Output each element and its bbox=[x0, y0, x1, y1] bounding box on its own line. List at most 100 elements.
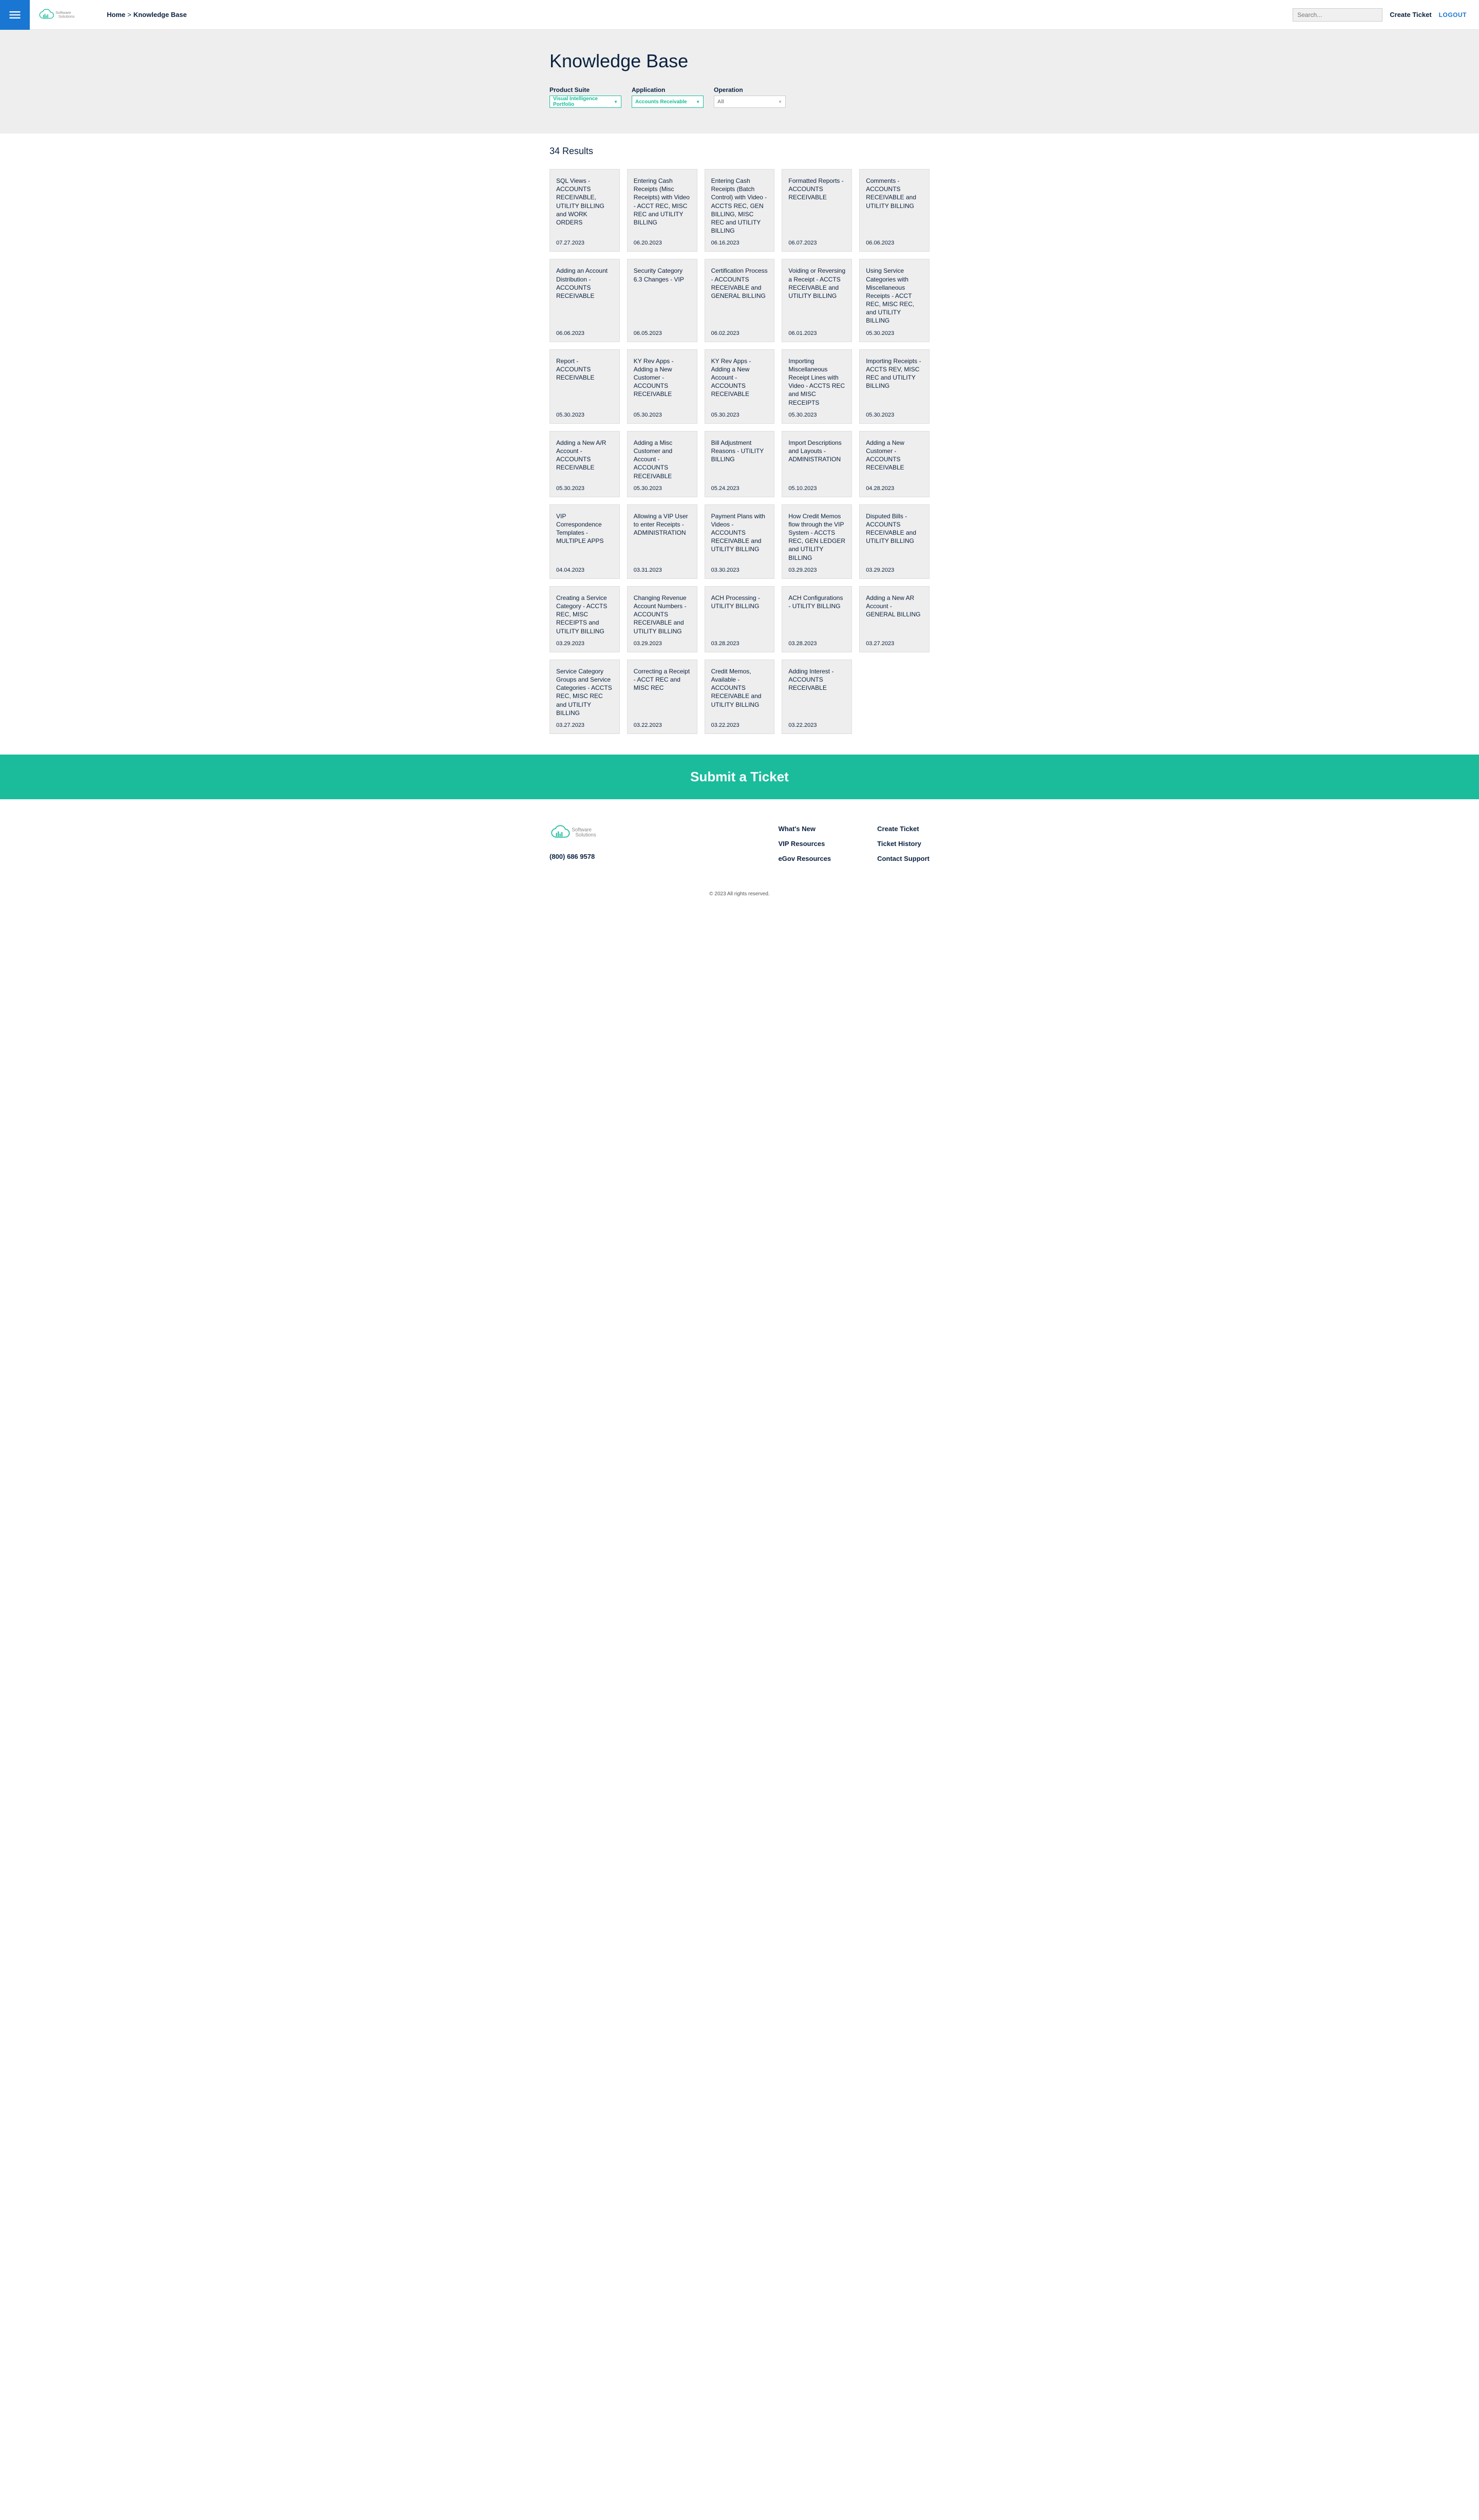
kb-card[interactable]: SQL Views - ACCOUNTS RECEIVABLE, UTILITY… bbox=[549, 169, 620, 252]
kb-card-title: Adding a New AR Account - GENERAL BILLIN… bbox=[866, 594, 923, 635]
kb-card-title: Certification Process - ACCOUNTS RECEIVA… bbox=[711, 267, 768, 325]
kb-card[interactable]: Payment Plans with Videos - ACCOUNTS REC… bbox=[705, 504, 775, 579]
kb-card[interactable]: Adding a New A/R Account - ACCOUNTS RECE… bbox=[549, 431, 620, 497]
kb-card-date: 03.29.2023 bbox=[866, 567, 923, 573]
kb-card[interactable]: Adding a New Customer - ACCOUNTS RECEIVA… bbox=[859, 431, 930, 497]
kb-card-title: Service Category Groups and Service Cate… bbox=[556, 667, 613, 717]
search-input[interactable] bbox=[1293, 8, 1382, 22]
kb-card-date: 03.22.2023 bbox=[711, 722, 768, 728]
kb-card[interactable]: Bill Adjustment Reasons - UTILITY BILLIN… bbox=[705, 431, 775, 497]
kb-card[interactable]: Certification Process - ACCOUNTS RECEIVA… bbox=[705, 259, 775, 342]
chevron-down-icon: ▼ bbox=[614, 100, 618, 104]
kb-card[interactable]: ACH Configurations - UTILITY BILLING03.2… bbox=[782, 586, 852, 652]
results-count: 34 Results bbox=[549, 146, 930, 157]
logout-link[interactable]: LOGOUT bbox=[1439, 11, 1467, 18]
operation-select[interactable]: All ▼ bbox=[714, 96, 786, 108]
kb-card[interactable]: ACH Processing - UTILITY BILLING03.28.20… bbox=[705, 586, 775, 652]
footer-logo-icon: Software Solutions bbox=[549, 825, 621, 841]
breadcrumb: Home > Knowledge Base bbox=[107, 11, 187, 18]
filter-operation: Operation All ▼ bbox=[714, 86, 786, 108]
kb-card-title: SQL Views - ACCOUNTS RECEIVABLE, UTILITY… bbox=[556, 177, 613, 235]
kb-card[interactable]: Credit Memos, Available - ACCOUNTS RECEI… bbox=[705, 660, 775, 734]
svg-text:Solutions: Solutions bbox=[575, 832, 596, 838]
select-value: Visual Intelligence Portfolio bbox=[553, 96, 614, 107]
kb-card-title: Adding an Account Distribution - ACCOUNT… bbox=[556, 267, 613, 325]
product-suite-select[interactable]: Visual Intelligence Portfolio ▼ bbox=[549, 96, 621, 108]
cta-band[interactable]: Submit a Ticket bbox=[0, 755, 1479, 799]
topbar-right: Create Ticket LOGOUT bbox=[1293, 8, 1479, 22]
kb-card-date: 06.02.2023 bbox=[711, 330, 768, 336]
kb-card[interactable]: Entering Cash Receipts (Misc Receipts) w… bbox=[627, 169, 697, 252]
kb-card-title: Importing Receipts - ACCTS REV, MISC REC… bbox=[866, 357, 923, 407]
copyright: © 2023 All rights reserved. bbox=[0, 885, 1479, 912]
kb-card[interactable]: Using Service Categories with Miscellane… bbox=[859, 259, 930, 342]
kb-card[interactable]: Adding Interest - ACCOUNTS RECEIVABLE03.… bbox=[782, 660, 852, 734]
kb-card-title: How Credit Memos flow through the VIP Sy… bbox=[788, 512, 845, 562]
kb-card[interactable]: Disputed Bills - ACCOUNTS RECEIVABLE and… bbox=[859, 504, 930, 579]
kb-card-date: 06.16.2023 bbox=[711, 240, 768, 246]
logo[interactable]: Software Solutions bbox=[38, 7, 94, 23]
kb-card-date: 03.28.2023 bbox=[788, 641, 845, 647]
kb-card[interactable]: Formatted Reports - ACCOUNTS RECEIVABLE0… bbox=[782, 169, 852, 252]
select-value: Accounts Receivable bbox=[635, 99, 687, 105]
filter-label: Operation bbox=[714, 86, 786, 93]
kb-card[interactable]: How Credit Memos flow through the VIP Sy… bbox=[782, 504, 852, 579]
kb-card[interactable]: Comments - ACCOUNTS RECEIVABLE and UTILI… bbox=[859, 169, 930, 252]
kb-card-title: Adding a Misc Customer and Account - ACC… bbox=[634, 439, 691, 480]
kb-card[interactable]: Adding a Misc Customer and Account - ACC… bbox=[627, 431, 697, 497]
footer-link[interactable]: What's New bbox=[779, 825, 831, 833]
kb-card-date: 05.30.2023 bbox=[556, 485, 613, 492]
footer-link[interactable]: eGov Resources bbox=[779, 855, 831, 862]
kb-card-title: Allowing a VIP User to enter Receipts - … bbox=[634, 512, 691, 562]
kb-card[interactable]: Adding an Account Distribution - ACCOUNT… bbox=[549, 259, 620, 342]
application-select[interactable]: Accounts Receivable ▼ bbox=[632, 96, 704, 108]
kb-card[interactable]: Entering Cash Receipts (Batch Control) w… bbox=[705, 169, 775, 252]
kb-card[interactable]: Import Descriptions and Layouts - ADMINI… bbox=[782, 431, 852, 497]
kb-card[interactable]: Service Category Groups and Service Cate… bbox=[549, 660, 620, 734]
footer: Software Solutions (800) 686 9578 What's… bbox=[539, 799, 940, 885]
create-ticket-link[interactable]: Create Ticket bbox=[1390, 11, 1431, 18]
footer-link[interactable]: Create Ticket bbox=[877, 825, 930, 833]
breadcrumb-home[interactable]: Home bbox=[107, 11, 125, 18]
kb-card[interactable]: Voiding or Reversing a Receipt - ACCTS R… bbox=[782, 259, 852, 342]
kb-card[interactable]: KY Rev Apps - Adding a New Customer - AC… bbox=[627, 349, 697, 424]
kb-card-title: Adding a New Customer - ACCOUNTS RECEIVA… bbox=[866, 439, 923, 480]
kb-card[interactable]: Importing Receipts - ACCTS REV, MISC REC… bbox=[859, 349, 930, 424]
kb-card[interactable]: Adding a New AR Account - GENERAL BILLIN… bbox=[859, 586, 930, 652]
footer-phone: (800) 686 9578 bbox=[549, 853, 621, 860]
footer-link[interactable]: Ticket History bbox=[877, 840, 930, 848]
logo-icon: Software Solutions bbox=[38, 7, 94, 23]
kb-card-date: 03.22.2023 bbox=[788, 722, 845, 728]
kb-card[interactable]: Security Category 6.3 Changes - VIP06.05… bbox=[627, 259, 697, 342]
kb-card-title: Changing Revenue Account Numbers - ACCOU… bbox=[634, 594, 691, 635]
select-value: All bbox=[717, 99, 724, 105]
kb-card[interactable]: Creating a Service Category - ACCTS REC,… bbox=[549, 586, 620, 652]
kb-card[interactable]: Changing Revenue Account Numbers - ACCOU… bbox=[627, 586, 697, 652]
footer-col-2: Create Ticket Ticket History Contact Suppo… bbox=[877, 825, 930, 870]
kb-card-date: 05.30.2023 bbox=[634, 485, 691, 492]
kb-card-date: 06.06.2023 bbox=[866, 240, 923, 246]
kb-card-date: 04.28.2023 bbox=[866, 485, 923, 492]
kb-card-title: Comments - ACCOUNTS RECEIVABLE and UTILI… bbox=[866, 177, 923, 235]
footer-left: Software Solutions (800) 686 9578 bbox=[549, 825, 621, 870]
footer-link[interactable]: VIP Resources bbox=[779, 840, 831, 848]
kb-card-date: 06.07.2023 bbox=[788, 240, 845, 246]
results: 34 Results SQL Views - ACCOUNTS RECEIVAB… bbox=[539, 134, 940, 755]
kb-card-title: KY Rev Apps - Adding a New Account - ACC… bbox=[711, 357, 768, 407]
filter-label: Product Suite bbox=[549, 86, 621, 93]
kb-card[interactable]: KY Rev Apps - Adding a New Account - ACC… bbox=[705, 349, 775, 424]
kb-card[interactable]: Correcting a Receipt - ACCT REC and MISC… bbox=[627, 660, 697, 734]
kb-card[interactable]: Importing Miscellaneous Receipt Lines wi… bbox=[782, 349, 852, 424]
svg-text:Solutions: Solutions bbox=[59, 14, 75, 18]
kb-card[interactable]: VIP Correspondence Templates - MULTIPLE … bbox=[549, 504, 620, 579]
footer-link[interactable]: Contact Support bbox=[877, 855, 930, 862]
kb-card-date: 06.05.2023 bbox=[634, 330, 691, 336]
kb-card-date: 05.24.2023 bbox=[711, 485, 768, 492]
kb-card-date: 06.01.2023 bbox=[788, 330, 845, 336]
kb-card-title: Credit Memos, Available - ACCOUNTS RECEI… bbox=[711, 667, 768, 717]
kb-card[interactable]: Report - ACCOUNTS RECEIVABLE05.30.2023 bbox=[549, 349, 620, 424]
hamburger-menu[interactable] bbox=[0, 0, 30, 30]
kb-card[interactable]: Allowing a VIP User to enter Receipts - … bbox=[627, 504, 697, 579]
kb-card-title: ACH Processing - UTILITY BILLING bbox=[711, 594, 768, 635]
kb-card-date: 05.30.2023 bbox=[711, 412, 768, 418]
